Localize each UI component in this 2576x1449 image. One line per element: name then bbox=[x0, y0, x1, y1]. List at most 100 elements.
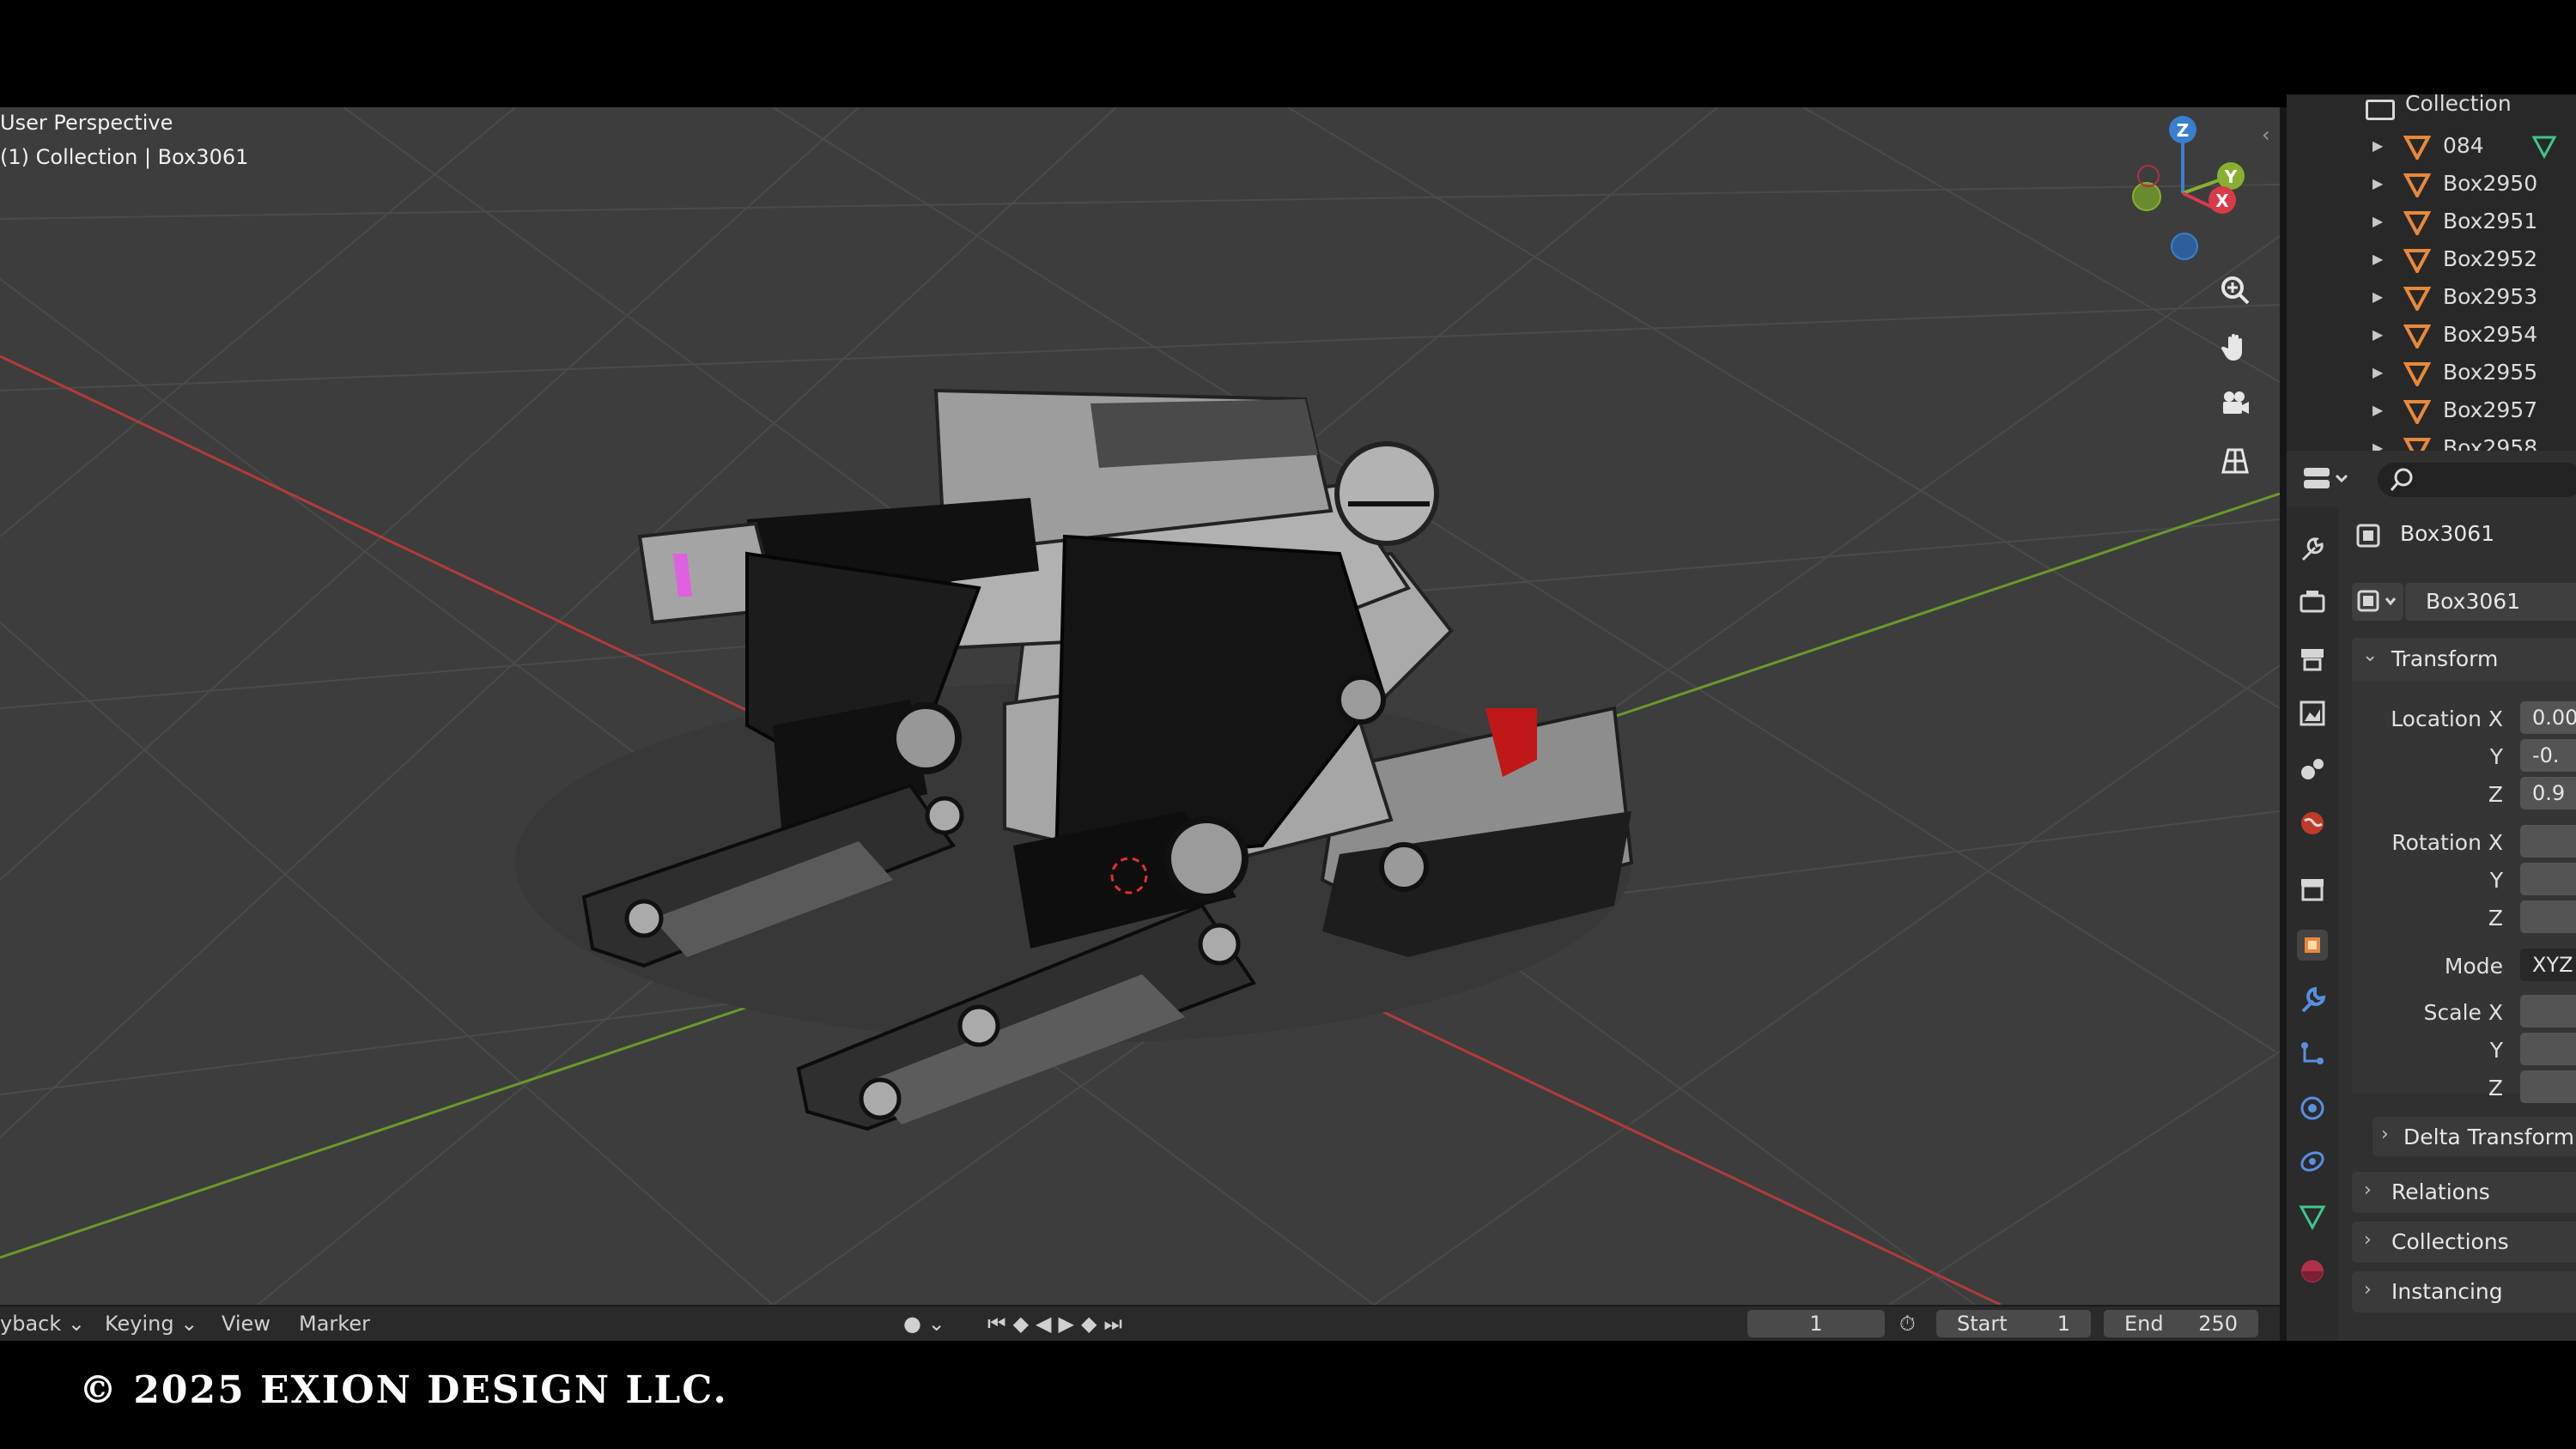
view-layer-tab-icon[interactable] bbox=[2297, 698, 2328, 729]
robot-tank-model[interactable] bbox=[0, 107, 2280, 1305]
playback-controls-icon[interactable]: ⏮◆◀▶◆⏭ bbox=[987, 1312, 1129, 1336]
outliner-item-label: Box2954 bbox=[2443, 322, 2538, 347]
rotation-y-field[interactable] bbox=[2520, 863, 2576, 895]
playback-menu[interactable]: yback ⌄ bbox=[0, 1312, 85, 1336]
transform-panel-header[interactable]: ⌄ Transform bbox=[2352, 638, 2576, 681]
chevron-left-icon[interactable]: ‹ bbox=[2262, 123, 2270, 147]
gizmo-y-label: Y bbox=[2224, 167, 2238, 187]
gizmo-x-label: X bbox=[2215, 191, 2229, 211]
properties-tab-bar bbox=[2287, 507, 2338, 1341]
outliner-item[interactable]: ▶ Box2950 bbox=[2287, 167, 2576, 201]
scale-z-label: Z bbox=[2488, 1076, 2503, 1100]
stopwatch-icon[interactable]: ⏱ bbox=[1899, 1312, 1916, 1336]
location-x-field[interactable]: 0.00 bbox=[2520, 701, 2576, 734]
rotation-mode-select[interactable]: XYZ bbox=[2520, 949, 2576, 981]
expand-arrow-icon[interactable]: ▶ bbox=[2372, 440, 2383, 451]
scale-x-field[interactable] bbox=[2520, 995, 2576, 1028]
expand-arrow-icon[interactable]: ▶ bbox=[2372, 326, 2383, 343]
mesh-data-tab-icon[interactable] bbox=[2297, 1201, 2328, 1232]
modifier-tab-icon[interactable] bbox=[2297, 985, 2328, 1016]
scale-z-field[interactable] bbox=[2520, 1070, 2576, 1103]
outliner-item[interactable]: ▶ Box2958 bbox=[2287, 431, 2576, 451]
expand-arrow-icon[interactable]: ▶ bbox=[2372, 251, 2383, 267]
end-frame-field[interactable]: End 250 bbox=[2104, 1310, 2258, 1337]
mesh-data-icon bbox=[2531, 134, 2557, 165]
properties-search-input[interactable] bbox=[2378, 463, 2576, 497]
record-icon[interactable]: ● ⌄ bbox=[903, 1312, 945, 1336]
location-y-label: Y bbox=[2489, 744, 2503, 769]
scale-y-label: Y bbox=[2489, 1038, 2503, 1063]
editor-type-icon[interactable] bbox=[2302, 463, 2352, 495]
material-tab-icon[interactable] bbox=[2297, 1256, 2328, 1287]
outliner-collection-row[interactable]: Collection bbox=[2287, 94, 2576, 130]
outliner-item[interactable]: ▶ Box2955 bbox=[2287, 355, 2576, 390]
3d-viewport[interactable]: User Perspective (1) Collection | Box306… bbox=[0, 107, 2280, 1305]
constraints-tab-icon[interactable] bbox=[2297, 1146, 2328, 1177]
chevron-right-icon: › bbox=[2381, 1124, 2389, 1145]
current-frame-field[interactable]: 1 bbox=[1747, 1310, 1885, 1337]
view-menu[interactable]: View bbox=[222, 1312, 270, 1336]
outliner-item[interactable]: ▶ Box2953 bbox=[2287, 280, 2576, 314]
physics-tab-icon[interactable] bbox=[2297, 1093, 2328, 1124]
scene-tab-icon[interactable] bbox=[2297, 753, 2328, 784]
mesh-object-icon bbox=[2403, 361, 2432, 391]
location-z-label: Z bbox=[2488, 782, 2503, 807]
rotation-x-label: Rotation X bbox=[2391, 830, 2503, 855]
rotation-x-field[interactable] bbox=[2520, 825, 2576, 858]
timeline-bar: yback ⌄ Keying ⌄ View Marker ● ⌄ ⏮◆◀▶◆⏭ … bbox=[0, 1305, 2280, 1343]
area-divider[interactable] bbox=[2280, 107, 2287, 1341]
outliner-item-label: Box2952 bbox=[2443, 246, 2538, 271]
mesh-object-icon bbox=[2403, 134, 2432, 165]
outliner-item[interactable]: ▶ Box2952 bbox=[2287, 242, 2576, 276]
location-z-field[interactable]: 0.9 bbox=[2520, 777, 2576, 809]
world-tab-icon[interactable] bbox=[2297, 808, 2328, 839]
outliner-item-label: Box2957 bbox=[2443, 397, 2538, 422]
chevron-right-icon: › bbox=[2364, 1229, 2372, 1251]
instancing-panel-header[interactable]: › Instancing bbox=[2352, 1271, 2576, 1313]
outliner-item[interactable]: ▶ Box2954 bbox=[2287, 318, 2576, 352]
camera-icon[interactable] bbox=[2215, 384, 2255, 423]
delta-transform-subpanel[interactable]: › Delta Transform bbox=[2372, 1117, 2576, 1156]
expand-arrow-icon[interactable]: ▶ bbox=[2372, 213, 2383, 229]
object-properties-panel: Box3061 Box3061 ⌄ Transform Location X 0… bbox=[2338, 507, 2576, 1341]
outliner-item[interactable]: ▶ Box2957 bbox=[2287, 393, 2576, 427]
scale-y-field[interactable] bbox=[2520, 1033, 2576, 1065]
datablock-browser-button[interactable] bbox=[2352, 583, 2403, 621]
collection-tab-icon[interactable] bbox=[2297, 873, 2328, 904]
chevron-right-icon: › bbox=[2364, 1179, 2372, 1201]
location-y-field[interactable]: -0. bbox=[2520, 739, 2576, 772]
zoom-icon[interactable] bbox=[2215, 270, 2255, 310]
outliner-item-label: Box2951 bbox=[2443, 209, 2538, 233]
scale-x-label: Scale X bbox=[2423, 1000, 2503, 1025]
expand-arrow-icon[interactable]: ▶ bbox=[2372, 288, 2383, 305]
expand-arrow-icon[interactable]: ▶ bbox=[2372, 137, 2383, 154]
render-tab-icon[interactable] bbox=[2297, 586, 2328, 617]
pan-hand-icon[interactable] bbox=[2215, 327, 2255, 367]
outliner-item[interactable]: ▶ Box2951 bbox=[2287, 204, 2576, 239]
expand-arrow-icon[interactable]: ▶ bbox=[2372, 175, 2383, 191]
navigation-gizmo[interactable]: Z Y X bbox=[2112, 107, 2275, 270]
relations-panel-header[interactable]: › Relations bbox=[2352, 1172, 2576, 1213]
object-tab-icon[interactable] bbox=[2297, 930, 2328, 961]
ortho-grid-icon[interactable] bbox=[2215, 440, 2255, 480]
start-frame-field[interactable]: Start 1 bbox=[1936, 1310, 2091, 1337]
mesh-object-icon bbox=[2403, 172, 2432, 203]
keying-menu[interactable]: Keying ⌄ bbox=[105, 1312, 197, 1336]
outliner-item[interactable]: ▶ 084 bbox=[2287, 129, 2576, 163]
output-tab-icon[interactable] bbox=[2297, 643, 2328, 674]
outliner-item-label: Box2955 bbox=[2443, 360, 2538, 385]
gizmo-z-label: Z bbox=[2177, 120, 2190, 141]
properties-header bbox=[2287, 451, 2576, 507]
collections-panel-header[interactable]: › Collections bbox=[2352, 1222, 2576, 1263]
tool-tab-icon[interactable] bbox=[2297, 533, 2328, 564]
object-name-field[interactable]: Box3061 bbox=[2405, 583, 2576, 621]
outliner-panel: Collection ▶ 084 ▶ Box2950 ▶ Box2951 ▶ Box2952 ▶… bbox=[2287, 94, 2576, 451]
rotation-z-field[interactable] bbox=[2520, 900, 2576, 933]
expand-arrow-icon[interactable]: ▶ bbox=[2372, 402, 2383, 418]
copyright-notice: © 2025 EXION DESIGN LLC. bbox=[79, 1368, 728, 1412]
outliner-item-label: 084 bbox=[2443, 133, 2484, 158]
search-icon bbox=[2390, 468, 2413, 491]
expand-arrow-icon[interactable]: ▶ bbox=[2372, 364, 2383, 380]
particles-tab-icon[interactable] bbox=[2297, 1038, 2328, 1069]
marker-menu[interactable]: Marker bbox=[299, 1312, 370, 1336]
